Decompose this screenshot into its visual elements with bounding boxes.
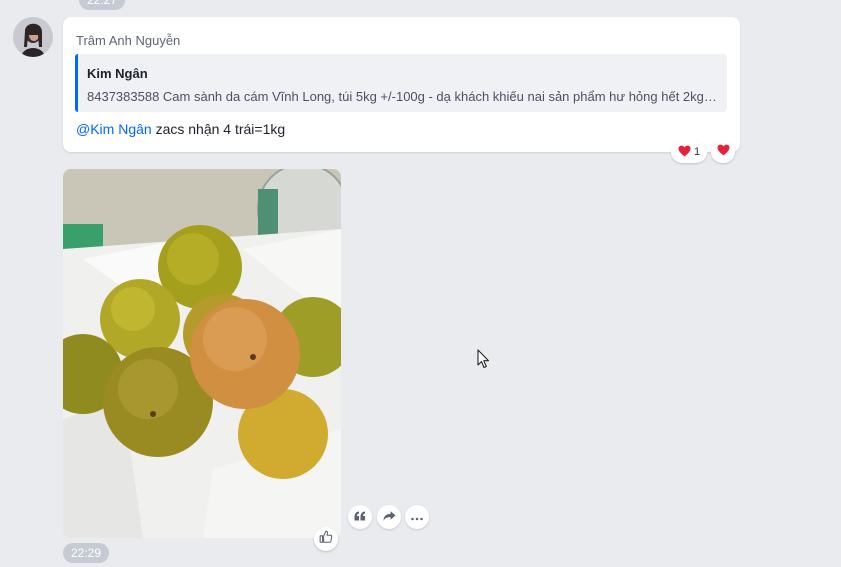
- quote-bar: [75, 54, 78, 112]
- message-body: zacs nhận 4 trái=1kg: [151, 121, 286, 137]
- mention-link[interactable]: @Kim Ngân: [76, 121, 152, 137]
- reaction-count: 1: [693, 146, 701, 158]
- prev-timestamp: 22:27: [79, 0, 126, 10]
- more-button[interactable]: [405, 505, 429, 529]
- message-text: @Kim Ngân zacs nhận 4 trái=1kg: [76, 121, 285, 137]
- more-icon: [411, 510, 423, 524]
- photo-message[interactable]: [63, 169, 341, 538]
- react-button[interactable]: [711, 141, 735, 163]
- message-bubble[interactable]: Trâm Anh Nguyễn Kim Ngân 8437383588 Cam …: [63, 17, 740, 152]
- quote-icon: [354, 510, 366, 524]
- cursor-icon: [477, 349, 491, 374]
- sender-name: Trâm Anh Nguyễn: [76, 33, 181, 48]
- message-timestamp: 22:29: [63, 543, 110, 563]
- quote-button[interactable]: [348, 505, 372, 529]
- like-button[interactable]: [314, 527, 338, 551]
- reaction-summary[interactable]: 1: [671, 141, 707, 163]
- forward-button[interactable]: [377, 505, 401, 529]
- forward-icon: [383, 510, 396, 525]
- thumbs-up-icon: [319, 530, 333, 549]
- heart-icon: [678, 145, 691, 160]
- quote-text: 8437383588 Cam sành da cám Vĩnh Long, tú…: [87, 89, 717, 104]
- heart-icon: [717, 143, 730, 161]
- quote-author: Kim Ngân: [87, 66, 148, 81]
- avatar[interactable]: [13, 17, 53, 57]
- quoted-message[interactable]: Kim Ngân 8437383588 Cam sành da cám Vĩnh…: [75, 54, 727, 112]
